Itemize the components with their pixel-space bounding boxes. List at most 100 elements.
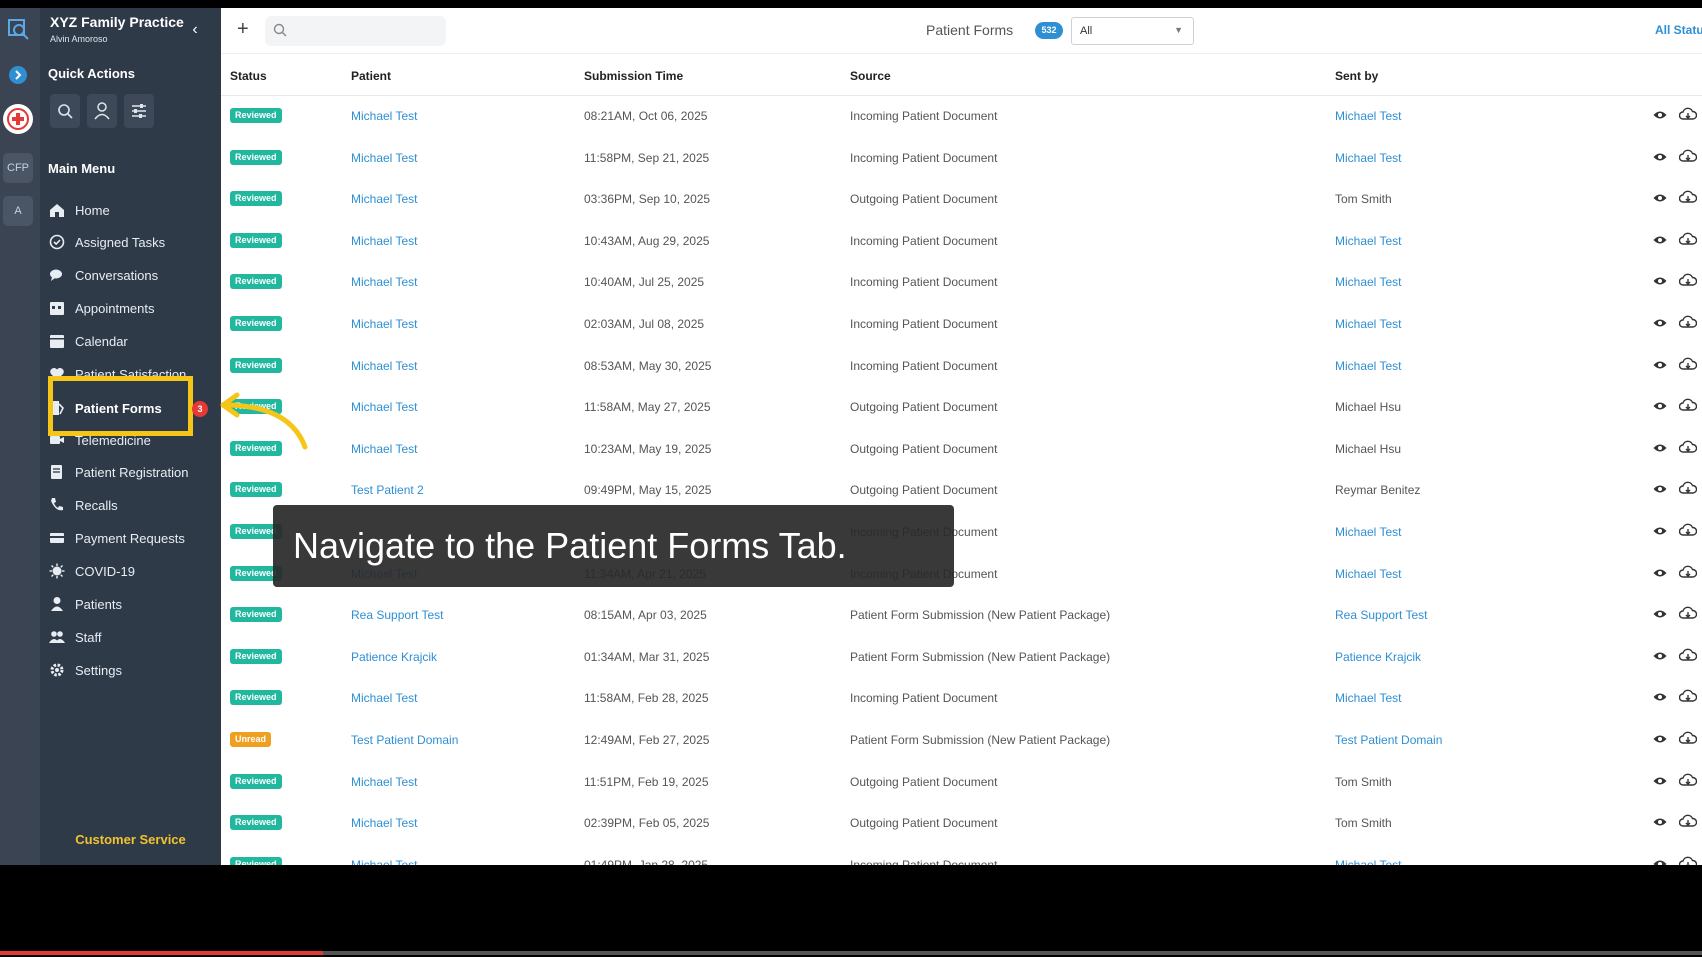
filter-select[interactable]: All ▼	[1071, 17, 1194, 45]
download-cloud-icon[interactable]	[1678, 773, 1698, 790]
column-source[interactable]: Source	[850, 69, 891, 83]
patient-link[interactable]: Michael Test	[351, 359, 417, 373]
table-row[interactable]: Reviewed Michael Test 02:03AM, Jul 08, 202…	[221, 304, 1702, 346]
table-row[interactable]: Reviewed Michael Test 08:21AM, Oct 06, 202…	[221, 96, 1702, 138]
table-row[interactable]: Reviewed Michael Test 08:53AM, May 30, 202…	[221, 346, 1702, 388]
download-cloud-icon[interactable]	[1678, 523, 1698, 540]
patient-link[interactable]: Michael Test	[351, 691, 417, 705]
practice-avatar-icon[interactable]	[3, 104, 33, 134]
table-row[interactable]: Reviewed Michael Test 01:49PM, Jan 28, 202…	[221, 845, 1702, 865]
sidebar-item-patient-registration[interactable]: Patient Registration	[48, 460, 218, 484]
view-eye-icon[interactable]	[1653, 483, 1667, 497]
download-cloud-icon[interactable]	[1678, 315, 1698, 332]
sent-by[interactable]: Michael Test	[1335, 691, 1401, 705]
view-eye-icon[interactable]	[1653, 691, 1667, 705]
patient-link[interactable]: Test Patient Domain	[351, 733, 458, 747]
table-row[interactable]: Reviewed Michael Test 10:40AM, Jul 25, 202…	[221, 262, 1702, 304]
patient-link[interactable]: Michael Test	[351, 775, 417, 789]
view-eye-icon[interactable]	[1653, 816, 1667, 830]
download-cloud-icon[interactable]	[1678, 814, 1698, 831]
view-eye-icon[interactable]	[1653, 359, 1667, 373]
download-cloud-icon[interactable]	[1678, 481, 1698, 498]
patient-link[interactable]: Michael Test	[351, 234, 417, 248]
view-eye-icon[interactable]	[1653, 733, 1667, 747]
view-eye-icon[interactable]	[1653, 567, 1667, 581]
patient-link[interactable]: Michael Test	[351, 317, 417, 331]
view-eye-icon[interactable]	[1653, 442, 1667, 456]
sidebar-item-appointments[interactable]: Appointments	[48, 296, 218, 320]
table-row[interactable]: Reviewed Michael Test 11:58AM, Feb 28, 202…	[221, 678, 1702, 720]
table-row[interactable]: Reviewed Rea Support Test 08:15AM, Apr 03,…	[221, 595, 1702, 637]
patient-link[interactable]: Michael Test	[351, 858, 417, 865]
quick-add-patient-button[interactable]	[87, 94, 117, 128]
patient-link[interactable]: Michael Test	[351, 275, 417, 289]
table-row[interactable]: Unread Test Patient Domain 12:49AM, Feb 27…	[221, 720, 1702, 762]
column-sent-by[interactable]: Sent by	[1335, 69, 1378, 83]
download-cloud-icon[interactable]	[1678, 232, 1698, 249]
download-cloud-icon[interactable]	[1678, 440, 1698, 457]
download-cloud-icon[interactable]	[1678, 606, 1698, 623]
sidebar-item-patients[interactable]: Patients	[48, 592, 218, 616]
expand-icon[interactable]	[3, 60, 33, 90]
table-row[interactable]: Reviewed Michael Test 10:23AM, May 19, 202…	[221, 429, 1702, 471]
patient-link[interactable]: Rea Support Test	[351, 608, 444, 622]
sent-by[interactable]: Michael Test	[1335, 567, 1401, 581]
sent-by[interactable]: Michael Test	[1335, 275, 1401, 289]
sidebar-item-staff[interactable]: Staff	[48, 625, 218, 649]
download-cloud-icon[interactable]	[1678, 273, 1698, 290]
patient-link[interactable]: Michael Test	[351, 192, 417, 206]
all-status-link[interactable]: All Status	[1655, 23, 1702, 37]
patient-link[interactable]: Patience Krajcik	[351, 650, 437, 664]
sidebar-item-calendar[interactable]: Calendar	[48, 329, 218, 353]
download-cloud-icon[interactable]	[1678, 149, 1698, 166]
view-eye-icon[interactable]	[1653, 858, 1667, 865]
view-eye-icon[interactable]	[1653, 151, 1667, 165]
download-cloud-icon[interactable]	[1678, 856, 1698, 865]
sidebar-item-payment-requests[interactable]: Payment Requests	[48, 526, 218, 550]
app-logo-icon[interactable]	[3, 14, 33, 44]
sent-by[interactable]: Patience Krajcik	[1335, 650, 1421, 664]
view-eye-icon[interactable]	[1653, 650, 1667, 664]
sent-by[interactable]: Michael Test	[1335, 317, 1401, 331]
patient-link[interactable]: Michael Test	[351, 151, 417, 165]
column-patient[interactable]: Patient	[351, 69, 391, 83]
patient-link[interactable]: Michael Test	[351, 109, 417, 123]
search-input[interactable]	[265, 16, 446, 46]
sidebar-item-home[interactable]: Home	[48, 198, 218, 222]
patient-link[interactable]: Michael Test	[351, 816, 417, 830]
table-row[interactable]: Reviewed Michael Test 10:43AM, Aug 29, 202…	[221, 221, 1702, 263]
patient-link[interactable]: Michael Test	[351, 442, 417, 456]
view-eye-icon[interactable]	[1653, 192, 1667, 206]
download-cloud-icon[interactable]	[1678, 398, 1698, 415]
table-row[interactable]: Reviewed Michael Test 11:58AM, May 27, 202…	[221, 387, 1702, 429]
table-row[interactable]: Reviewed Michael Test 11:51PM, Feb 19, 202…	[221, 762, 1702, 804]
sent-by[interactable]: Michael Test	[1335, 525, 1401, 539]
collapse-sidebar-button[interactable]: ‹	[185, 20, 205, 40]
sidebar-item-covid-19[interactable]: COVID-19	[48, 559, 218, 583]
patient-link[interactable]: Michael Test	[351, 400, 417, 414]
view-eye-icon[interactable]	[1653, 234, 1667, 248]
download-cloud-icon[interactable]	[1678, 731, 1698, 748]
table-row[interactable]: Reviewed Michael Test 03:36PM, Sep 10, 202…	[221, 179, 1702, 221]
view-eye-icon[interactable]	[1653, 109, 1667, 123]
quick-filters-button[interactable]	[124, 94, 154, 128]
sent-by[interactable]: Michael Test	[1335, 359, 1401, 373]
view-eye-icon[interactable]	[1653, 317, 1667, 331]
customer-service-link[interactable]: Customer Service	[40, 832, 221, 847]
sent-by[interactable]: Michael Test	[1335, 858, 1401, 865]
download-cloud-icon[interactable]	[1678, 648, 1698, 665]
sidebar-item-assigned-tasks[interactable]: Assigned Tasks	[48, 230, 218, 254]
view-eye-icon[interactable]	[1653, 400, 1667, 414]
sent-by[interactable]: Rea Support Test	[1335, 608, 1428, 622]
table-row[interactable]: Reviewed Michael Test 11:58PM, Sep 21, 202…	[221, 138, 1702, 180]
download-cloud-icon[interactable]	[1678, 190, 1698, 207]
sent-by[interactable]: Michael Test	[1335, 151, 1401, 165]
download-cloud-icon[interactable]	[1678, 565, 1698, 582]
download-cloud-icon[interactable]	[1678, 357, 1698, 374]
sidebar-item-settings[interactable]: Settings	[48, 658, 218, 682]
column-submission-time[interactable]: Submission Time	[584, 69, 683, 83]
quick-search-button[interactable]	[50, 94, 80, 128]
rail-workspace-cfp[interactable]: CFP	[3, 153, 33, 183]
rail-workspace-a[interactable]: A	[3, 196, 33, 226]
view-eye-icon[interactable]	[1653, 775, 1667, 789]
